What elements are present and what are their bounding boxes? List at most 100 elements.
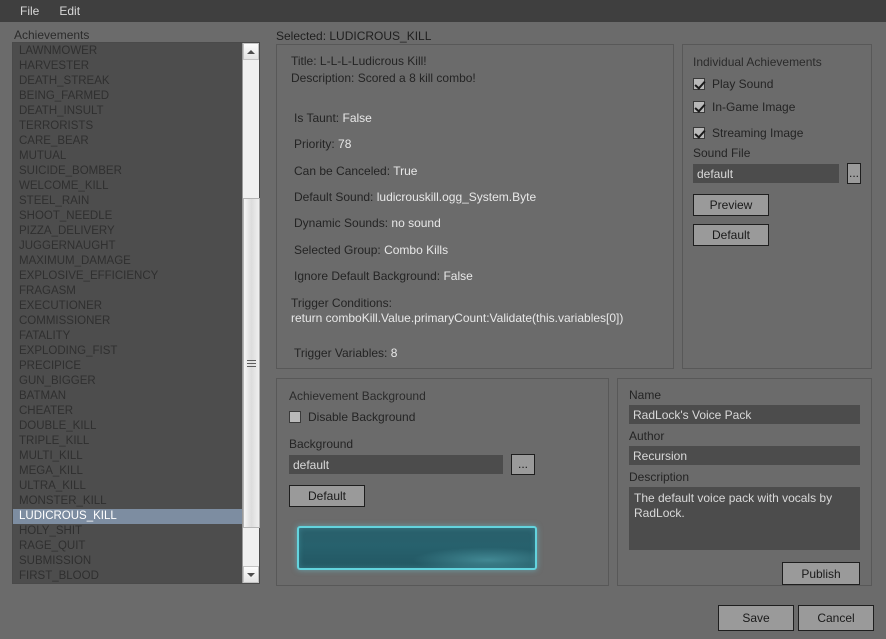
checkbox-row-play-sound[interactable]: Play Sound: [693, 77, 861, 91]
detail-dynamic-sounds-label: Dynamic Sounds:: [294, 216, 388, 230]
list-item[interactable]: BATMAN: [13, 389, 242, 404]
list-item[interactable]: ULTRA_KILL: [13, 479, 242, 494]
sound-file-input[interactable]: [693, 164, 839, 183]
list-item[interactable]: RAGE_QUIT: [13, 539, 242, 554]
detail-trigger-variables-value: 8: [391, 346, 398, 360]
checkbox-play-sound[interactable]: [693, 78, 705, 90]
arrow-up-icon: [247, 50, 255, 54]
list-item[interactable]: EXPLOSIVE_EFFICIENCY: [13, 269, 242, 284]
list-item[interactable]: TRIPLE_KILL: [13, 434, 242, 449]
detail-title: Title: L-L-L-Ludicrous Kill!: [291, 54, 427, 68]
detail-title-label: Title:: [291, 54, 317, 68]
pack-author-input[interactable]: [629, 446, 860, 465]
list-item[interactable]: FIRST_BLOOD: [13, 569, 242, 583]
individual-achievements-panel: Individual Achievements Play Sound In-Ga…: [682, 44, 872, 369]
scrollbar-thumb[interactable]: [243, 198, 260, 528]
checkbox-row-disable-background[interactable]: Disable Background: [289, 410, 596, 424]
list-item[interactable]: STEEL_RAIN: [13, 194, 242, 209]
detail-default-sound-label: Default Sound:: [294, 190, 373, 204]
voice-pack-meta-panel: Name Author Description Publish: [617, 378, 872, 586]
background-browse-button[interactable]: ...: [511, 454, 535, 475]
list-item[interactable]: TERRORISTS: [13, 119, 242, 134]
detail-description: Description: Scored a 8 kill combo!: [291, 71, 476, 85]
list-item[interactable]: DOUBLE_KILL: [13, 419, 242, 434]
checkbox-in-game-image[interactable]: [693, 101, 705, 113]
list-item[interactable]: PIZZA_DELIVERY: [13, 224, 242, 239]
list-item[interactable]: FRAGASM: [13, 284, 242, 299]
checkbox-in-game-image-label: In-Game Image: [712, 100, 795, 114]
individual-achievements-title: Individual Achievements: [693, 55, 861, 69]
default-sound-button[interactable]: Default: [693, 224, 769, 246]
detail-trigger-variables: Trigger Variables: 8: [294, 346, 397, 360]
detail-can-be-canceled-label: Can be Canceled:: [294, 164, 390, 178]
grip-icon: [247, 358, 256, 369]
list-item[interactable]: SUICIDE_BOMBER: [13, 164, 242, 179]
arrow-down-icon: [247, 573, 255, 577]
pack-name-input[interactable]: [629, 405, 860, 424]
list-item[interactable]: MEGA_KILL: [13, 464, 242, 479]
list-item[interactable]: CARE_BEAR: [13, 134, 242, 149]
list-item[interactable]: PRECIPICE: [13, 359, 242, 374]
sound-file-browse-button[interactable]: ...: [847, 163, 861, 184]
checkbox-disable-background[interactable]: [289, 411, 301, 423]
list-item[interactable]: MUTUAL: [13, 149, 242, 164]
scroll-down-button[interactable]: [243, 566, 259, 583]
achievements-scrollbar[interactable]: [242, 43, 259, 583]
detail-priority-label: Priority:: [294, 137, 335, 151]
checkbox-row-in-game-image[interactable]: In-Game Image: [693, 100, 861, 114]
achievements-list-panel: LAWNMOWERHARVESTERDEATH_STREAKBEING_FARM…: [12, 42, 260, 584]
list-item[interactable]: HARVESTER: [13, 59, 242, 74]
list-item[interactable]: BEING_FARMED: [13, 89, 242, 104]
detail-dynamic-sounds: Dynamic Sounds: no sound: [294, 216, 441, 230]
publish-button[interactable]: Publish: [782, 562, 860, 585]
save-button[interactable]: Save: [718, 605, 794, 631]
detail-priority: Priority: 78: [294, 137, 351, 151]
list-item[interactable]: SUBMISSION: [13, 554, 242, 569]
detail-can-be-canceled-value: True: [393, 164, 417, 178]
list-item[interactable]: GUN_BIGGER: [13, 374, 242, 389]
pack-description-label: Description: [629, 470, 860, 484]
menu-item-file[interactable]: File: [10, 2, 49, 20]
list-item[interactable]: EXPLODING_FIST: [13, 344, 242, 359]
default-background-button[interactable]: Default: [289, 485, 365, 507]
sound-file-label: Sound File: [693, 146, 861, 160]
detail-selected-group-value: Combo Kills: [384, 243, 448, 257]
list-item[interactable]: LAWNMOWER: [13, 44, 242, 59]
list-item[interactable]: MULTI_KILL: [13, 449, 242, 464]
menu-item-edit[interactable]: Edit: [49, 2, 90, 20]
list-item[interactable]: CHEATER: [13, 404, 242, 419]
checkbox-disable-background-label: Disable Background: [308, 410, 415, 424]
list-item[interactable]: JUGGERNAUGHT: [13, 239, 242, 254]
list-item[interactable]: MONSTER_KILL: [13, 494, 242, 509]
list-item[interactable]: LUDICROUS_KILL: [13, 509, 242, 524]
checkbox-streaming-image[interactable]: [693, 127, 705, 139]
scroll-up-button[interactable]: [243, 43, 259, 60]
detail-ignore-default-background: Ignore Default Background: False: [294, 269, 473, 283]
detail-is-taunt-label: Is Taunt:: [294, 111, 339, 125]
achievement-background-panel: Achievement Background Disable Backgroun…: [276, 378, 609, 586]
achievements-list[interactable]: LAWNMOWERHARVESTERDEATH_STREAKBEING_FARM…: [13, 43, 242, 583]
list-item[interactable]: MAXIMUM_DAMAGE: [13, 254, 242, 269]
pack-description-input[interactable]: [629, 487, 860, 550]
list-item[interactable]: DEATH_STREAK: [13, 74, 242, 89]
detail-default-sound: Default Sound: ludicrouskill.ogg_System.…: [294, 190, 536, 204]
detail-description-label: Description:: [291, 71, 354, 85]
list-item[interactable]: DEATH_INSULT: [13, 104, 242, 119]
pack-author-label: Author: [629, 429, 860, 443]
detail-selected-group-label: Selected Group:: [294, 243, 381, 257]
cancel-button[interactable]: Cancel: [798, 605, 874, 631]
list-item[interactable]: WELCOME_KILL: [13, 179, 242, 194]
list-item[interactable]: EXECUTIONER: [13, 299, 242, 314]
detail-is-taunt: Is Taunt: False: [294, 111, 372, 125]
list-item[interactable]: FATALITY: [13, 329, 242, 344]
list-item[interactable]: HOLY_SHIT: [13, 524, 242, 539]
detail-trigger-variables-label: Trigger Variables:: [294, 346, 387, 360]
background-input[interactable]: [289, 455, 503, 474]
list-item[interactable]: COMMISSIONER: [13, 314, 242, 329]
checkbox-row-streaming-image[interactable]: Streaming Image: [693, 126, 861, 140]
achievement-background-title: Achievement Background: [289, 389, 596, 403]
list-item[interactable]: SHOOT_NEEDLE: [13, 209, 242, 224]
preview-sound-button[interactable]: Preview: [693, 194, 769, 216]
checkbox-streaming-image-label: Streaming Image: [712, 126, 803, 140]
detail-trigger-conditions-value: return comboKill.Value.primaryCount:Vali…: [291, 311, 623, 325]
